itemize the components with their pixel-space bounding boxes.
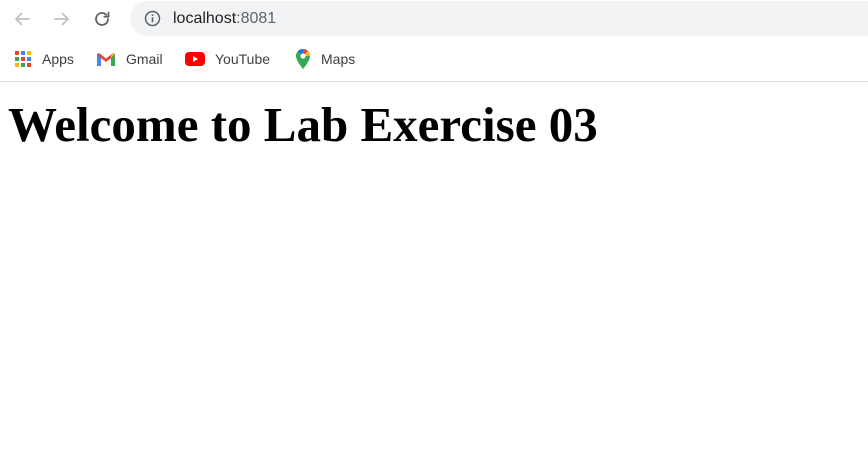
bookmark-label: Apps — [42, 51, 74, 67]
bookmark-gmail[interactable]: Gmail — [96, 48, 163, 70]
url-host: localhost — [173, 10, 237, 27]
site-info-icon[interactable] — [144, 10, 161, 27]
bookmarks-bar: Apps Gmail YouTube Maps — [0, 38, 868, 82]
bookmark-apps[interactable]: Apps — [14, 48, 74, 70]
browser-toolbar: localhost:8081 — [0, 0, 868, 38]
back-button[interactable] — [8, 5, 36, 33]
bookmark-maps[interactable]: Maps — [295, 48, 355, 70]
reload-button[interactable] — [88, 5, 116, 33]
address-bar[interactable]: localhost:8081 — [130, 1, 868, 36]
youtube-icon — [185, 52, 205, 66]
forward-arrow-icon — [54, 12, 69, 26]
gmail-icon — [97, 53, 115, 66]
reload-icon — [95, 11, 110, 26]
back-arrow-icon — [15, 12, 30, 26]
bookmark-label: Gmail — [126, 51, 163, 67]
url-port: :8081 — [236, 10, 277, 27]
page-heading: Welcome to Lab Exercise 03 — [8, 97, 598, 152]
url-text[interactable]: localhost:8081 — [173, 9, 276, 29]
bookmark-youtube[interactable]: YouTube — [185, 48, 270, 70]
bookmark-label: Maps — [321, 51, 356, 67]
bookmark-label: YouTube — [215, 51, 271, 67]
forward-button[interactable] — [48, 5, 76, 33]
maps-icon — [296, 49, 311, 69]
apps-grid-icon — [15, 51, 31, 67]
